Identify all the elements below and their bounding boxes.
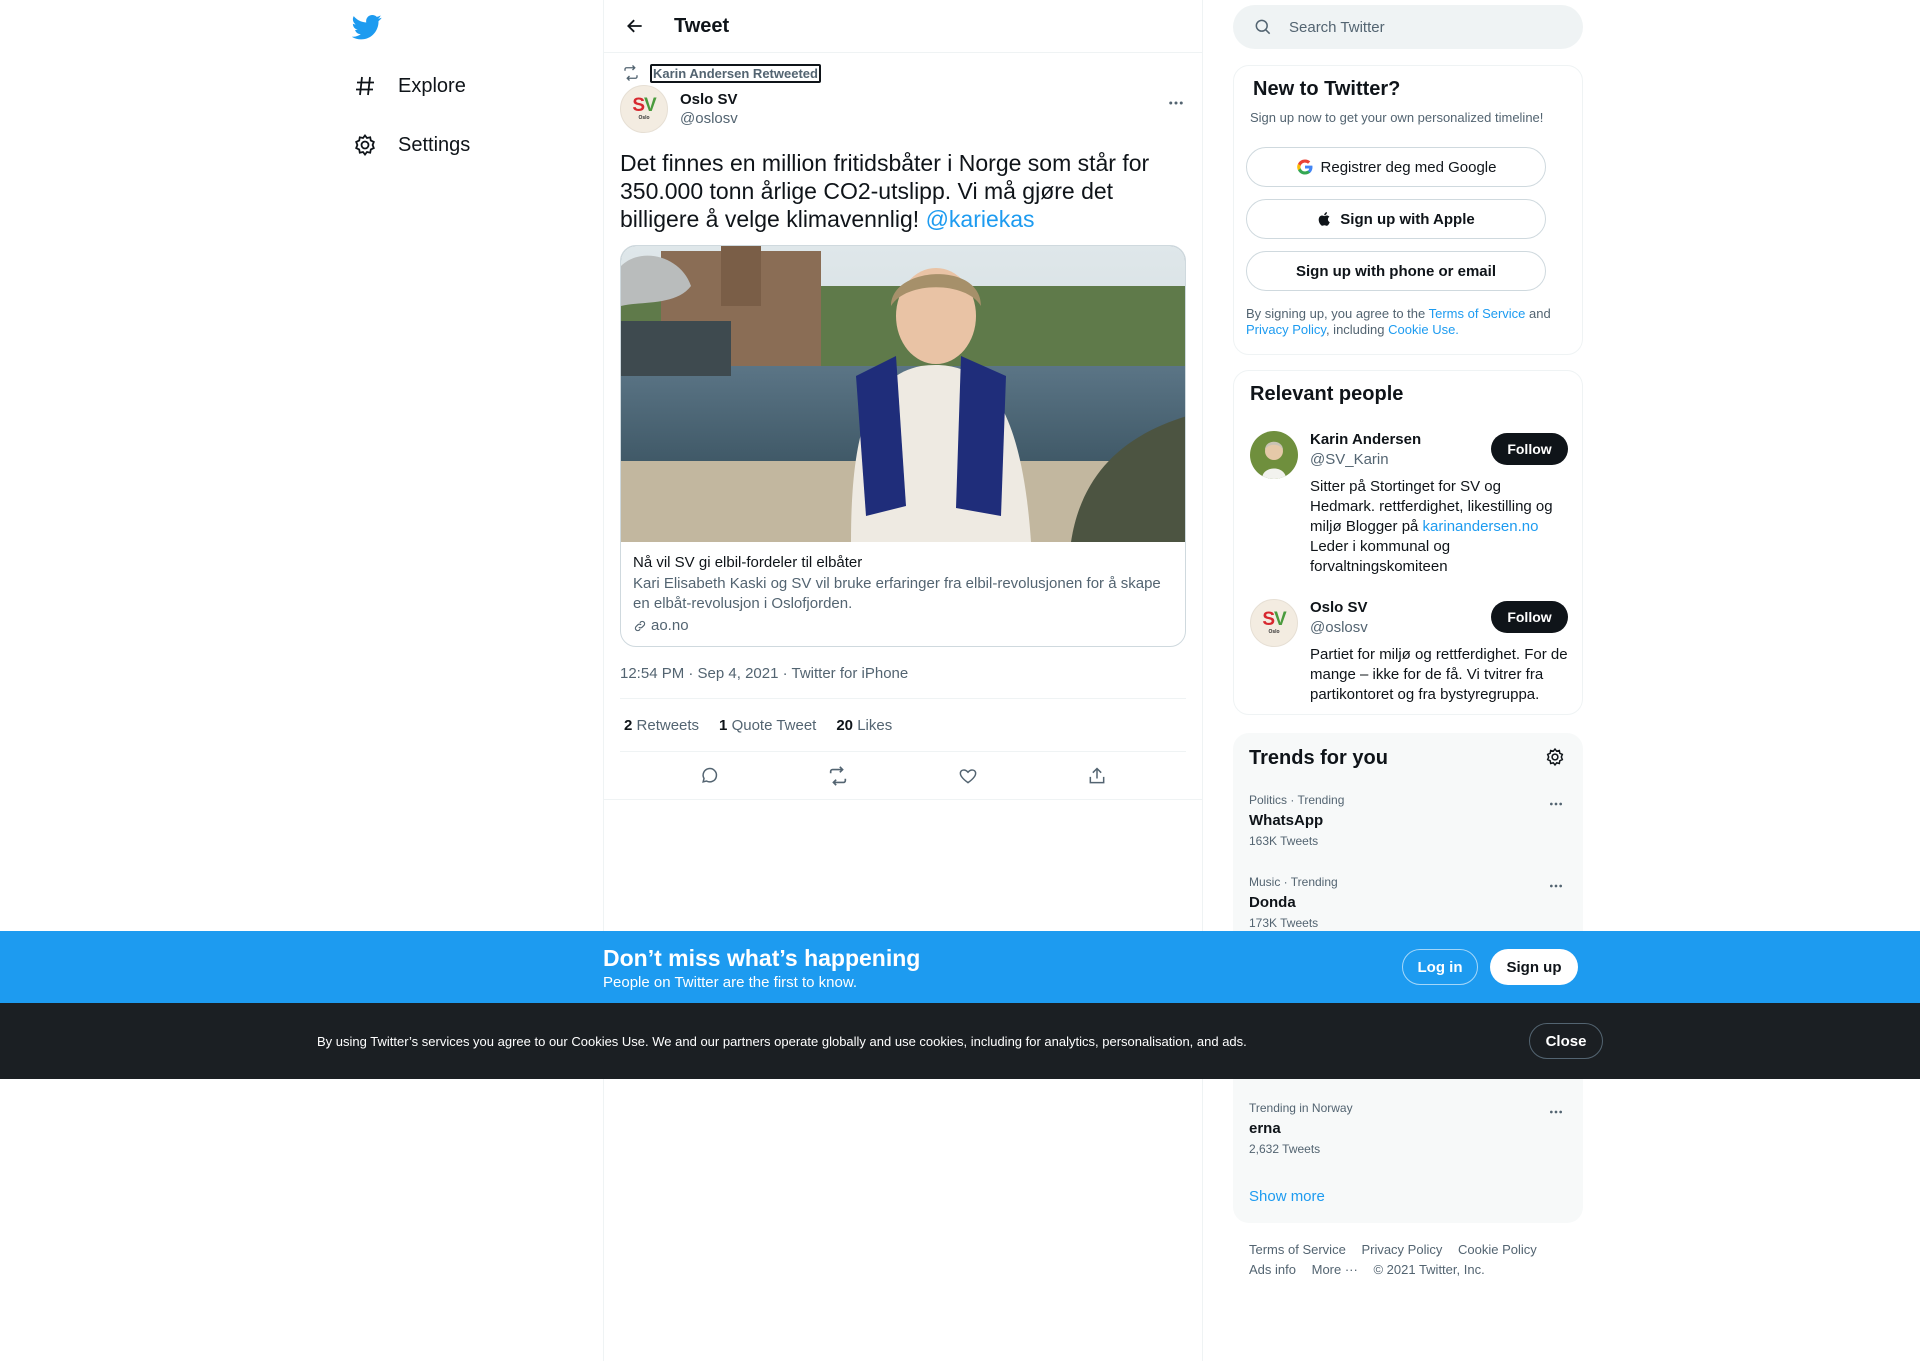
person-bio: Partiet for miljø og rettferdighet. For …	[1310, 646, 1568, 703]
nav-settings-label: Settings	[398, 133, 471, 156]
terms-link[interactable]: Terms of Service	[1429, 306, 1526, 321]
likes-stat[interactable]: 20 Likes	[836, 717, 892, 734]
mention-link[interactable]: @kariekas	[926, 206, 1035, 232]
author-name[interactable]: Oslo SV	[680, 91, 738, 108]
retweets-stat[interactable]: 2 Retweets	[624, 717, 699, 734]
avatar[interactable]: SV Oslo	[1250, 599, 1298, 647]
more-options-icon[interactable]	[1545, 875, 1567, 897]
signup-prompt-bar: Don’t miss what’s happening People on Tw…	[0, 931, 1920, 1003]
retweet-button-icon[interactable]	[821, 759, 855, 793]
gear-icon	[352, 132, 378, 158]
cookie-banner: By using Twitter’s services you agree to…	[0, 1003, 1920, 1079]
avatar[interactable]: SV Oslo	[620, 85, 668, 133]
prompt-title: Don’t miss what’s happening	[603, 945, 921, 971]
tweet-author: SV Oslo Oslo SV @oslosv	[620, 85, 1186, 133]
hashtag-icon	[352, 73, 378, 99]
page-title: Tweet	[674, 14, 730, 37]
footer-terms-link[interactable]: Terms of Service	[1249, 1242, 1346, 1257]
signup-panel: New to Twitter? Sign up now to get your …	[1233, 65, 1583, 355]
trends-title: Trends for you	[1249, 747, 1388, 769]
relevant-people-panel: Relevant people Karin Andersen @SV_Karin…	[1233, 370, 1583, 715]
tweet: Karin Andersen Retweeted SV Oslo Oslo SV…	[604, 53, 1202, 800]
follow-button[interactable]: Follow	[1491, 433, 1568, 465]
like-heart-icon[interactable]	[951, 759, 985, 793]
tweet-actions	[604, 752, 1202, 800]
retweet-icon	[624, 65, 638, 81]
phone-email-signup-button[interactable]: Sign up with phone or email	[1246, 251, 1546, 291]
back-button[interactable]	[618, 9, 652, 43]
footer-ads-link[interactable]: Ads info	[1249, 1262, 1296, 1277]
main-column: Tweet Karin Andersen Retweeted SV Oslo O…	[603, 0, 1203, 1361]
footer-cookie-link[interactable]: Cookie Policy	[1458, 1242, 1537, 1257]
close-cookie-button[interactable]: Close	[1529, 1023, 1603, 1059]
search-icon	[1255, 19, 1271, 35]
relevant-people-title: Relevant people	[1250, 383, 1404, 405]
apple-signup-button[interactable]: Sign up with Apple	[1246, 199, 1546, 239]
signup-legal: By signing up, you agree to the Terms of…	[1246, 306, 1551, 337]
nav-explore[interactable]: Explore	[352, 66, 466, 106]
tweet-stats: 2 Retweets 1 Quote Tweet 20 Likes	[620, 699, 1186, 752]
login-button[interactable]: Log in	[1402, 949, 1478, 985]
signup-button[interactable]: Sign up	[1490, 949, 1578, 985]
more-options-icon[interactable]	[1545, 1101, 1567, 1123]
avatar[interactable]	[1250, 431, 1298, 479]
follow-button[interactable]: Follow	[1491, 601, 1568, 633]
arrow-left-icon	[627, 19, 642, 33]
footer-copyright: © 2021 Twitter, Inc.	[1373, 1262, 1485, 1277]
cookie-link[interactable]: Cookie Use.	[1388, 322, 1459, 337]
retweet-context: Karin Andersen Retweeted	[620, 63, 1186, 83]
main-header: Tweet	[604, 0, 1202, 53]
card-image	[621, 246, 1185, 542]
more-options-icon[interactable]	[1166, 93, 1186, 113]
apple-icon	[1318, 212, 1331, 226]
link-icon	[634, 620, 646, 631]
signup-title: New to Twitter?	[1253, 78, 1401, 100]
reply-icon[interactable]	[692, 759, 726, 793]
more-options-icon[interactable]	[1545, 793, 1567, 815]
author-handle[interactable]: @oslosv	[680, 110, 738, 127]
nav-settings[interactable]: Settings	[352, 125, 470, 165]
twitter-logo-icon[interactable]	[351, 12, 382, 42]
retweeted-by-link[interactable]: Karin Andersen Retweeted	[650, 63, 821, 83]
share-icon[interactable]	[1080, 759, 1114, 793]
google-icon	[1296, 159, 1313, 175]
prompt-subtitle: People on Twitter are the first to know.	[603, 974, 858, 991]
nav-explore-label: Explore	[398, 74, 466, 97]
trend-item[interactable]: Politics · Trending WhatsApp 163K Tweets	[1249, 793, 1567, 848]
trend-item[interactable]: Music · Trending Donda 173K Tweets	[1249, 875, 1567, 930]
footer-links: Terms of Service Privacy Policy Cookie P…	[1249, 1240, 1579, 1280]
trend-item[interactable]: Trending in Norway erna 2,632 Tweets	[1249, 1101, 1567, 1156]
footer-more-link[interactable]: More ···	[1312, 1262, 1358, 1277]
google-signup-button[interactable]: Registrer deg med Google	[1246, 147, 1546, 187]
link-card[interactable]: Nå vil SV gi elbil-fordeler til elbåter …	[620, 245, 1186, 647]
card-domain: ao.no	[633, 617, 1173, 634]
tweet-text: Det finnes en million fritidsbåter i Nor…	[620, 150, 1150, 232]
privacy-link[interactable]: Privacy Policy	[1246, 322, 1326, 337]
cookie-text: By using Twitter’s services you agree to…	[317, 1034, 1247, 1049]
card-description: Kari Elisabeth Kaski og SV vil bruke erf…	[633, 575, 1161, 612]
quote-tweets-stat[interactable]: 1 Quote Tweet	[719, 717, 816, 734]
bio-link[interactable]: karinandersen.no	[1423, 518, 1539, 535]
footer-privacy-link[interactable]: Privacy Policy	[1361, 1242, 1442, 1257]
gear-icon[interactable]	[1545, 747, 1567, 769]
person-bio: Sitter på Stortinget for SV og Hedmark. …	[1310, 478, 1553, 575]
signup-subtitle: Sign up now to get your own personalized…	[1250, 110, 1544, 125]
search-bar[interactable]	[1233, 5, 1583, 49]
show-more-link[interactable]: Show more	[1249, 1188, 1325, 1205]
card-title: Nå vil SV gi elbil-fordeler til elbåter	[633, 554, 863, 571]
tweet-meta: 12:54 PM · Sep 4, 2021 · Twitter for iPh…	[620, 665, 1186, 699]
search-input[interactable]	[1289, 18, 1549, 36]
